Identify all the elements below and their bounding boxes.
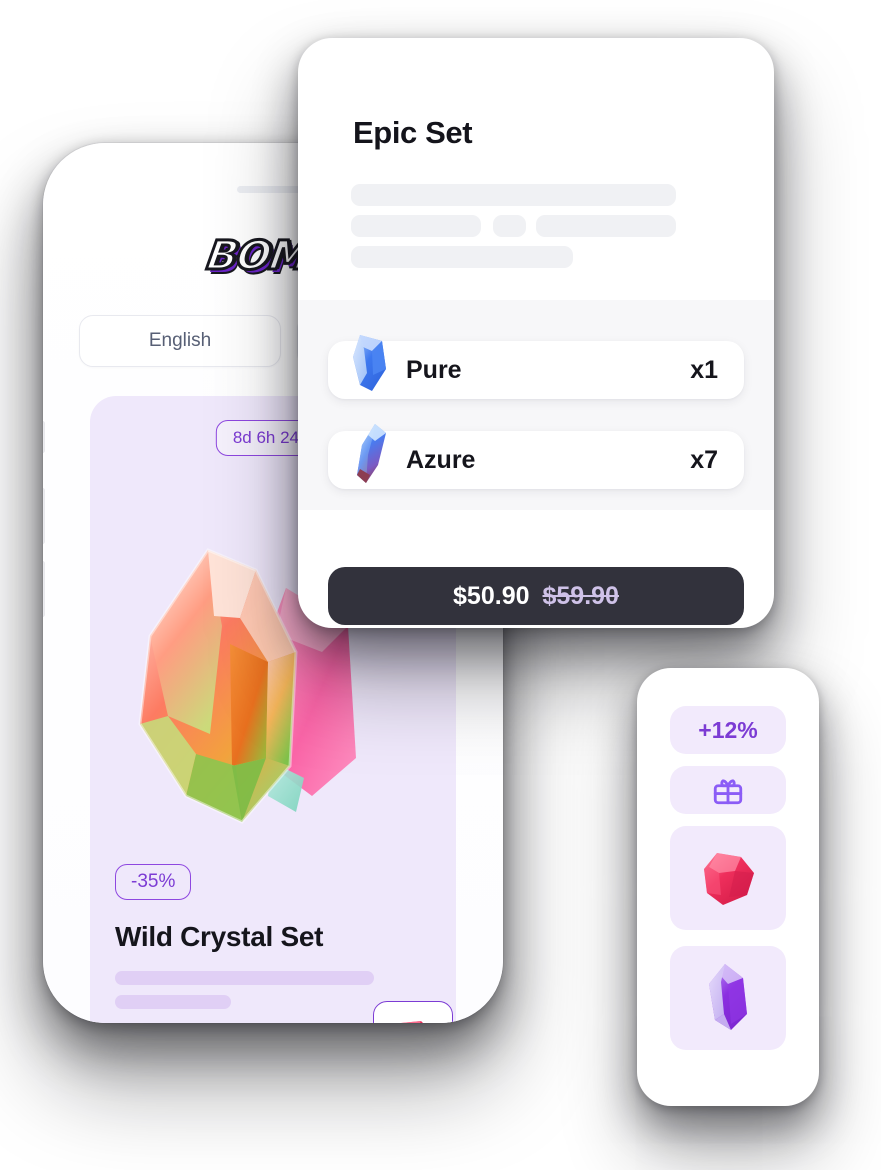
bonus-percent-label: +12% [698, 716, 758, 743]
epic-item-name: Azure [406, 445, 476, 474]
epic-item-row-pure[interactable]: Pure x1 [328, 335, 744, 399]
epic-price-old: $59.90 [542, 581, 619, 610]
purple-crystal-icon [709, 964, 747, 1030]
epic-skeleton-line-2c [536, 215, 676, 237]
epic-skeleton-line-3 [351, 246, 573, 268]
offer-title: Wild Crystal Set [115, 921, 324, 952]
red-crystal-icon [704, 853, 754, 905]
epic-item-quantity: x1 [690, 355, 718, 384]
bonus-percent-tile[interactable]: +12% [670, 706, 786, 754]
language-selector-label: English [148, 330, 212, 351]
azure-crystal-icon [357, 424, 386, 483]
offer-thumbnail[interactable] [373, 1001, 453, 1023]
epic-price-new: $50.90 [453, 581, 530, 610]
phone-volume-up-button[interactable] [43, 488, 45, 544]
epic-price-button[interactable]: $50.90 $59.90 [328, 567, 744, 625]
epic-set-title: Epic Set [353, 115, 473, 150]
epic-skeleton-line-2b [493, 215, 526, 237]
epic-set-card: Epic Set Pure x1 Azure x7 $50.90 $59.90 [298, 38, 774, 628]
epic-item-name: Pure [406, 355, 462, 384]
purple-crystal-tile[interactable] [670, 946, 786, 1050]
phone-silent-switch[interactable] [43, 421, 45, 453]
red-crystal-icon [401, 1021, 423, 1023]
rewards-side-panel: +12% [637, 668, 819, 1106]
epic-skeleton-line-1 [351, 184, 676, 206]
epic-skeleton-line-2a [351, 215, 481, 237]
discount-badge: -35% [115, 864, 192, 900]
epic-item-quantity: x7 [690, 445, 718, 474]
blue-crystal-icon [353, 335, 386, 391]
composition-stage: BOMB English 8d 6h 24m -35% Wild Crystal… [0, 0, 881, 1170]
phone-volume-down-button[interactable] [43, 561, 45, 617]
offer-skeleton-line-2 [115, 995, 231, 1009]
gift-tile[interactable] [670, 766, 786, 814]
gift-icon [713, 779, 743, 805]
epic-item-list: Pure x1 Azure x7 [298, 300, 774, 510]
language-selector[interactable]: English [79, 315, 281, 367]
offer-skeleton-line-1 [115, 971, 374, 985]
red-crystal-tile[interactable] [670, 826, 786, 930]
epic-item-row-azure[interactable]: Azure x7 [328, 424, 744, 489]
